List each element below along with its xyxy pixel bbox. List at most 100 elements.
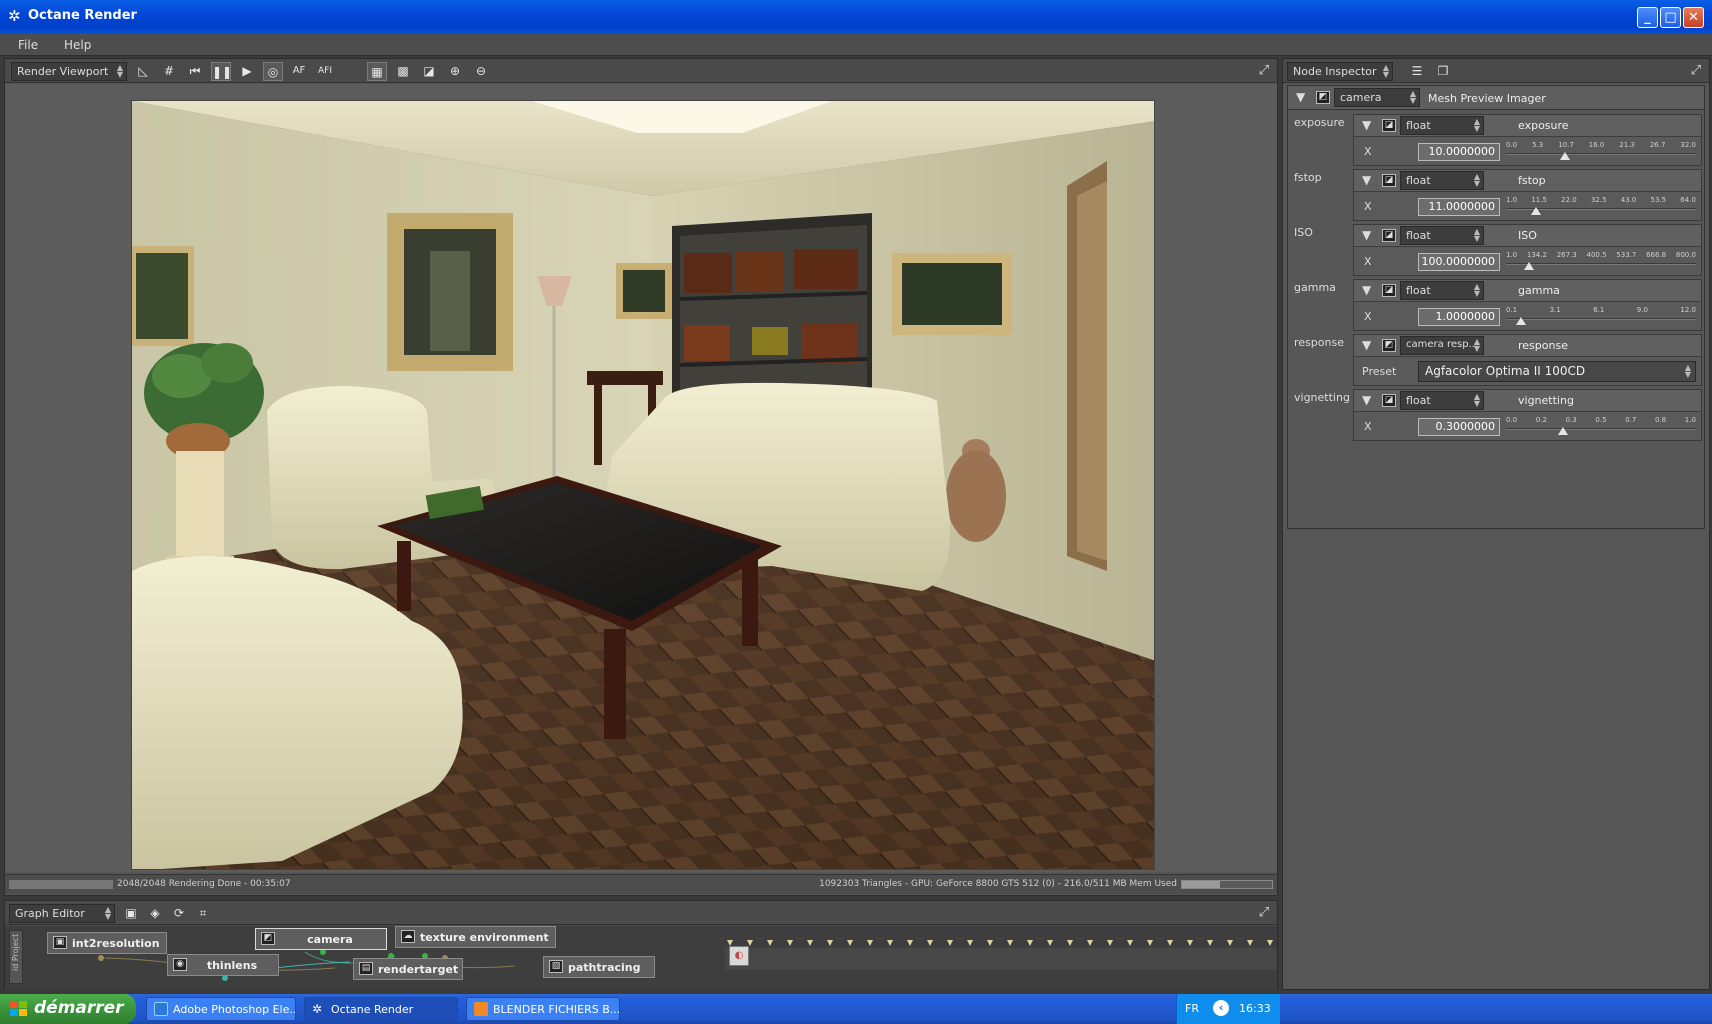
play-icon[interactable]: ▶ [237,62,257,81]
viewport-mode-select[interactable]: Render Viewport ▲ ▼ [11,62,127,81]
slider-tick-label: 1.0 [1506,196,1518,204]
node-inspector-select[interactable]: Node Inspector ▲ ▼ [1287,62,1393,81]
slider-thumb[interactable] [1558,427,1568,435]
x-label: X [1364,310,1372,323]
graph-editor-select[interactable]: Graph Editor ▲ ▼ [9,904,115,923]
task-photoshop[interactable]: Adobe Photoshop Ele... [146,997,296,1021]
tray-arrow-icon[interactable]: ‹ [1213,1000,1229,1016]
language-indicator[interactable]: FR [1185,1002,1199,1015]
clay-mode-icon[interactable]: ◎ [263,62,283,81]
fstop-slider[interactable]: 1.0 11.5 22.0 32.5 43.0 53.5 64.0 [1506,194,1696,218]
maximize-viewport-icon[interactable]: ⤢ [1255,62,1273,80]
collapse-triangle-icon[interactable]: ▼ [1362,283,1371,297]
param-type-select[interactable]: float ▲ ▼ [1400,226,1484,245]
iso-slider[interactable]: 1.0 134.2 267.3 400.5 533.7 666.8 800.0 [1506,249,1696,273]
restart-icon[interactable]: ⏮ [185,62,205,81]
slider-ticks: 0.0 5.3 10.7 16.0 21.3 26.7 32.0 [1506,141,1696,149]
collapse-triangle-icon[interactable]: ▼ [1362,338,1371,352]
node-thinlens[interactable]: ◉ thinlens [167,954,279,976]
param-type-select[interactable]: camera resp... ▲ ▼ [1400,336,1484,355]
grid-icon[interactable]: # [159,62,179,81]
start-button[interactable]: démarrer [0,994,136,1024]
region-icon[interactable]: ▦ [367,62,387,81]
window-title-bar[interactable]: ✲ Octane Render _ □ ✕ [0,0,1712,34]
node-texture-environment[interactable]: ☁ texture environment [395,926,556,948]
expand-all-icon[interactable]: ❐ [1433,62,1453,81]
param-type-select[interactable]: float ▲ ▼ [1400,281,1484,300]
checker-icon[interactable]: ▩ [393,62,413,81]
zoom-in-icon[interactable]: ⊕ [445,62,465,81]
param-name: exposure [1518,119,1569,132]
task-blender-folder[interactable]: BLENDER FICHIERS B... [466,997,620,1021]
param-type-select[interactable]: float ▲ ▼ [1400,116,1484,135]
node-rendertarget[interactable]: ▤ rendertarget [353,958,463,980]
param-type-select[interactable]: float ▲ ▼ [1400,391,1484,410]
slider-thumb[interactable] [1516,317,1527,325]
add-node-icon[interactable]: ▣ [121,904,141,923]
fstop-value-input[interactable]: 11.0000000 [1418,198,1500,216]
iso-value-input[interactable]: 100.0000000 [1418,253,1500,271]
node-lens-icon: ◉ [173,958,187,971]
slider-ticks: 1.0 11.5 22.0 32.5 43.0 53.5 64.0 [1506,196,1696,204]
collapse-triangle-icon[interactable]: ▼ [1362,173,1371,187]
node-camera[interactable]: ◩ camera [255,928,387,950]
slider-thumb[interactable] [1531,207,1542,215]
channels-icon[interactable]: ◪ [419,62,439,81]
gamma-slider[interactable]: 0.1 3.1 6.1 9.0 12.0 [1506,304,1696,328]
menu-help[interactable]: Help [58,36,97,54]
task-octane-render[interactable]: ✲ Octane Render [304,997,458,1021]
viewport-mode-label: Render Viewport [17,65,109,78]
collapse-triangle-icon[interactable]: ▼ [1362,228,1371,242]
slider-tick-label: 267.3 [1556,251,1577,259]
slider-tick-label: 5.3 [1532,141,1544,149]
preset-select[interactable]: Agfacolor Optima II 100CD ▲ ▼ [1418,361,1696,382]
maximize-graph-icon[interactable]: ⤢ [1255,904,1273,922]
arrange-icon[interactable]: ⌗ [193,904,213,923]
slider-tick-label: 0.8 [1654,416,1667,424]
maximize-inspector-icon[interactable]: ⤢ [1687,62,1705,80]
x-label: X [1364,145,1372,158]
minimize-button[interactable]: _ [1637,7,1658,28]
vignetting-value-input[interactable]: 0.3000000 [1418,418,1500,436]
ruler-icon[interactable]: ◺ [133,62,153,81]
graph-canvas[interactable]: id Project ▣ int2resolution ◩ camera ☁ t… [5,926,1277,990]
slider-thumb[interactable] [1523,262,1534,270]
param-header: ▼ ◩ camera resp... ▲ ▼ response [1354,335,1701,357]
gamma-value-input[interactable]: 1.0000000 [1418,308,1500,326]
camera-node-select[interactable]: camera ▲ ▼ [1334,88,1420,107]
node-kernel-icon: ▧ [549,960,563,973]
reload-icon[interactable]: ⟳ [169,904,189,923]
autofocus-interactive-icon[interactable]: AFI [315,62,335,81]
node-label: camera [307,933,353,946]
output-node-icon[interactable]: ◐ [729,946,749,966]
memory-usage-fill [1182,881,1220,888]
float-node-icon: ◪ [1382,284,1396,297]
zoom-out-icon[interactable]: ⊖ [471,62,491,81]
node-int2resolution[interactable]: ▣ int2resolution [47,932,167,954]
param-response: ▼ ◩ camera resp... ▲ ▼ response Preset Ag… [1353,334,1702,386]
viewport-toolbar: Render Viewport ▲ ▼ ◺ # ⏮ ❚❚ ▶ ◎ AF AFI ▦… [5,59,1277,83]
close-button[interactable]: ✕ [1683,7,1704,28]
exposure-slider[interactable]: 0.0 5.3 10.7 16.0 21.3 26.7 32.0 [1506,139,1696,163]
autofocus-icon[interactable]: AF [289,62,309,81]
octane-logo-icon: ✲ [312,1002,323,1016]
dropdown-arrows-icon: ▲ ▼ [104,905,111,921]
maximize-button[interactable]: □ [1660,7,1681,28]
render-area[interactable] [5,84,1277,872]
exposure-value-input[interactable]: 10.0000000 [1418,143,1500,161]
param-type-select[interactable]: float ▲ ▼ [1400,171,1484,190]
collapse-triangle-icon[interactable]: ▼ [1362,393,1371,407]
param-label-iso: ISO [1294,226,1313,239]
collapse-triangle-icon[interactable]: ▼ [1362,118,1371,132]
vignetting-slider[interactable]: 0.0 0.2 0.3 0.5 0.7 0.8 1.0 [1506,414,1696,438]
menu-bar: File Help [0,34,1712,56]
collapse-triangle-icon[interactable]: ▼ [1296,90,1305,104]
node-pathtracing[interactable]: ▧ pathtracing [543,956,655,978]
param-header: ▼ ◪ float ▲ ▼ exposure [1354,115,1701,137]
add-group-icon[interactable]: ◈ [145,904,165,923]
collapse-all-icon[interactable]: ☰ [1407,62,1427,81]
pause-icon[interactable]: ❚❚ [211,62,232,81]
param-fstop: ▼ ◪ float ▲ ▼ fstop X 11.0000000 1.0 11.5 2… [1353,169,1702,221]
menu-file[interactable]: File [12,36,44,54]
slider-thumb[interactable] [1559,152,1570,160]
